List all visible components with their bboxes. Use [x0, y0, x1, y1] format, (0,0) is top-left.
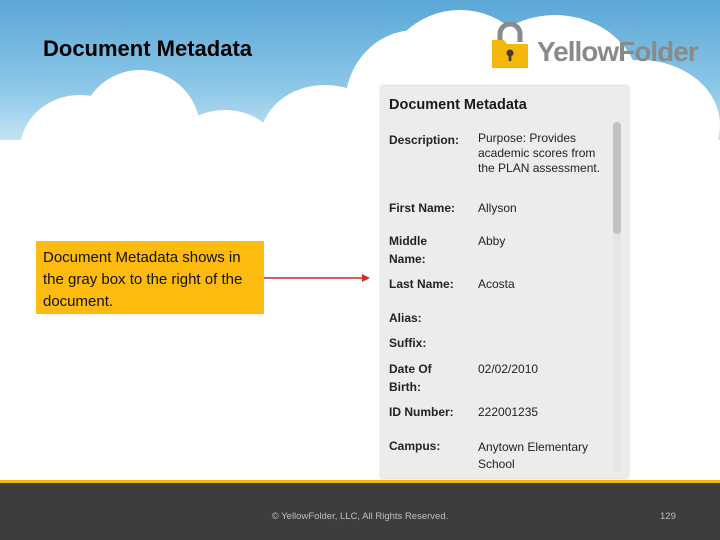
- field-value-first-name: Allyson: [478, 201, 517, 215]
- field-value-middle-name: Abby: [478, 234, 506, 248]
- field-label-id-number: ID Number:: [389, 405, 454, 419]
- field-value-campus: Anytown Elementary School: [478, 440, 589, 471]
- arrow-right-icon: [264, 274, 370, 282]
- panel-title: Document Metadata: [389, 97, 527, 113]
- field-value-description: Purpose: Provides academic scores from t…: [478, 131, 601, 175]
- footer-bar: © YellowFolder, LLC, All Rights Reserved…: [0, 480, 720, 540]
- padlock-folder-icon: [492, 22, 528, 68]
- field-label-last-name: Last Name:: [389, 277, 454, 291]
- field-label-alias: Alias:: [389, 311, 422, 325]
- field-label-date-of-birth: Date Of Birth:: [389, 362, 432, 394]
- field-label-description: Description:: [389, 133, 460, 147]
- page-number: 129: [660, 511, 676, 522]
- panel-scrollbar[interactable]: [613, 122, 621, 472]
- logo-text: YellowFolder: [537, 36, 699, 67]
- field-value-last-name: Acosta: [478, 277, 515, 291]
- metadata-panel: Document Metadata Description: Purpose: …: [381, 86, 628, 478]
- field-value-id-number: 222001235: [478, 405, 539, 419]
- field-label-suffix: Suffix:: [389, 336, 427, 350]
- field-value-date-of-birth: 02/02/2010: [478, 362, 539, 376]
- field-label-first-name: First Name:: [389, 201, 456, 215]
- field-label-middle-name: Middle Name:: [389, 234, 427, 266]
- yellowfolder-logo: YellowFolder: [490, 22, 700, 74]
- field-label-campus: Campus:: [389, 439, 441, 453]
- callout-box: Document Metadata shows in the gray box …: [36, 241, 264, 314]
- scrollbar-thumb[interactable]: [613, 122, 621, 234]
- slide-title: Document Metadata: [43, 36, 253, 61]
- copyright-text: © YellowFolder, LLC, All Rights Reserved…: [271, 511, 449, 522]
